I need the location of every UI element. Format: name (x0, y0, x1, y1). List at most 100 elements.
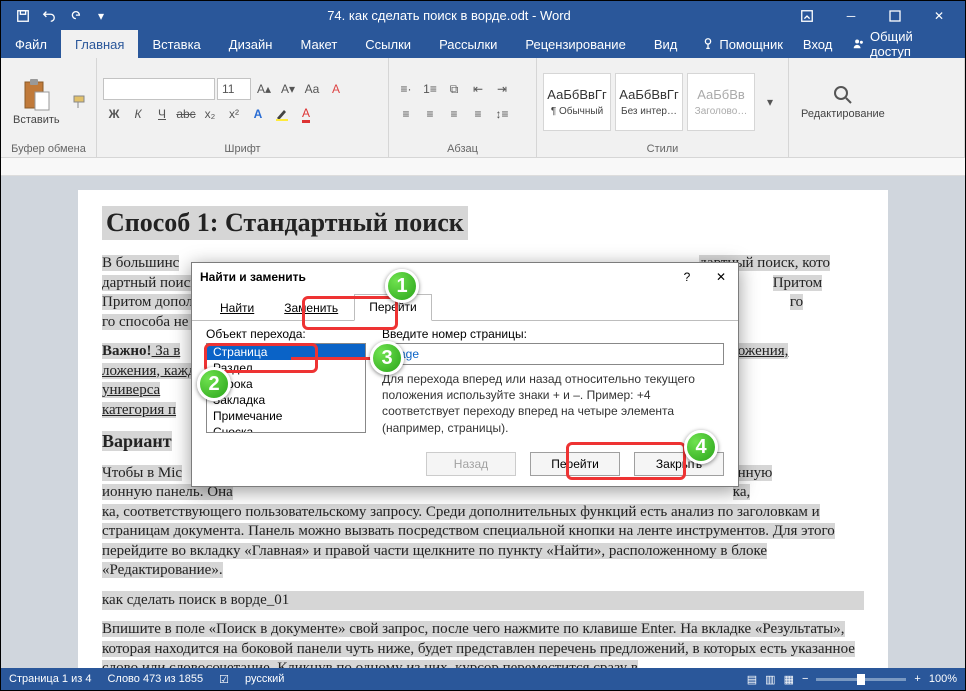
status-bar: Страница 1 из 4 Слово 473 из 1855 ☑ русс… (1, 668, 965, 690)
bullets-icon[interactable]: ≡· (395, 78, 417, 100)
group-font: Шрифт (103, 141, 382, 155)
font-size-selector[interactable]: 11 (217, 78, 251, 100)
ruler[interactable] (1, 158, 965, 176)
page-number-label: Введите номер страницы: (382, 327, 724, 341)
page-number-input[interactable]: \page (382, 343, 724, 365)
find-replace-dialog: Найти и заменить ? ✕ Найти Заменить Пере… (191, 262, 739, 487)
close-icon[interactable]: ✕ (712, 270, 730, 284)
qat-dropdown-icon[interactable]: ▾ (89, 4, 113, 28)
style-no-spacing[interactable]: АаБбВвГг Без интер… (615, 73, 683, 131)
styles-gallery[interactable]: АаБбВвГг ¶ Обычный АаБбВвГг Без интер… А… (543, 73, 755, 131)
justify-icon[interactable]: ≡ (467, 103, 489, 125)
paste-label: Вставить (13, 114, 60, 126)
style-heading1[interactable]: АаБбВв Заголово… (687, 73, 755, 131)
search-icon (832, 84, 854, 106)
increase-indent-icon[interactable]: ⇥ (491, 78, 513, 100)
callout-3: 3 (370, 341, 404, 375)
ribbon: Вставить Буфер обмена 11 A▴ A▾ Aa A Ж К (1, 58, 965, 158)
option-bookmark[interactable]: Закладка (207, 392, 365, 408)
status-page[interactable]: Страница 1 из 4 (9, 673, 91, 685)
paragraph: Впишите в поле «Поиск в документе» свой … (102, 620, 864, 670)
dialog-tabs: Найти Заменить Перейти (192, 291, 738, 321)
highlight-icon[interactable] (271, 103, 293, 125)
bold-icon[interactable]: Ж (103, 103, 125, 125)
tab-view[interactable]: Вид (640, 30, 692, 58)
group-clipboard: Буфер обмена (7, 141, 90, 155)
status-words[interactable]: Слово 473 из 1855 (107, 673, 203, 685)
tab-design[interactable]: Дизайн (215, 30, 287, 58)
option-section[interactable]: Раздел (207, 360, 365, 376)
view-web-icon[interactable]: ▦ (784, 673, 794, 686)
maximize-button[interactable] (873, 1, 917, 30)
status-proofing-icon[interactable]: ☑ (219, 673, 229, 686)
undo-icon[interactable] (37, 4, 61, 28)
line-spacing-icon[interactable]: ↕≡ (491, 103, 513, 125)
ribbon-options-icon[interactable] (785, 1, 829, 30)
tell-me[interactable]: Помощник (691, 37, 793, 52)
redo-icon[interactable] (63, 4, 87, 28)
tab-layout[interactable]: Макет (286, 30, 351, 58)
option-comment[interactable]: Примечание (207, 408, 365, 424)
clear-format-icon[interactable]: A (325, 78, 347, 100)
styles-more-icon[interactable]: ▾ (759, 91, 781, 113)
minimize-button[interactable]: ─ (829, 1, 873, 30)
heading-1: Способ 1: Стандартный поиск (102, 206, 468, 240)
close-button[interactable]: ✕ (917, 1, 961, 30)
share-button[interactable]: Общий доступ (842, 29, 965, 59)
font-name-selector[interactable] (103, 78, 215, 100)
paste-button[interactable]: Вставить (7, 76, 66, 128)
italic-icon[interactable]: К (127, 103, 149, 125)
quick-access-toolbar: ▾ (11, 4, 113, 28)
text-effects-icon[interactable]: A (247, 103, 269, 125)
strike-icon[interactable]: abc (175, 103, 197, 125)
tab-references[interactable]: Ссылки (351, 30, 425, 58)
sign-in[interactable]: Вход (793, 37, 842, 52)
zoom-slider[interactable] (816, 678, 906, 681)
group-paragraph: Абзац (395, 141, 530, 155)
option-footnote[interactable]: Сноска (207, 424, 365, 433)
multilevel-icon[interactable]: ⧉ (443, 78, 465, 100)
numbering-icon[interactable]: 1≡ (419, 78, 441, 100)
zoom-value[interactable]: 100% (929, 673, 957, 685)
titlebar: ▾ 74. как сделать поиск в ворде.odt - Wo… (1, 1, 965, 30)
view-read-icon[interactable]: ▤ (747, 673, 757, 686)
help-icon[interactable]: ? (678, 270, 696, 284)
change-case-icon[interactable]: Aa (301, 78, 323, 100)
align-left-icon[interactable]: ≡ (395, 103, 417, 125)
group-styles: Стили (543, 141, 782, 155)
goto-button[interactable]: Перейти (530, 452, 620, 476)
editing-button[interactable]: Редактирование (795, 82, 891, 122)
font-color-icon[interactable]: A (295, 103, 317, 125)
tab-find-inner[interactable]: Найти (206, 296, 268, 321)
grow-font-icon[interactable]: A▴ (253, 78, 275, 100)
annotation-line-3 (291, 357, 373, 360)
ribbon-tabs: Файл Главная Вставка Дизайн Макет Ссылки… (1, 30, 965, 58)
underline-icon[interactable]: Ч (151, 103, 173, 125)
tab-home[interactable]: Главная (61, 30, 138, 58)
window-title: 74. как сделать поиск в ворде.odt - Word (113, 8, 785, 23)
align-right-icon[interactable]: ≡ (443, 103, 465, 125)
status-language[interactable]: русский (245, 673, 284, 685)
decrease-indent-icon[interactable]: ⇤ (467, 78, 489, 100)
clipboard-icon (22, 78, 50, 112)
save-icon[interactable] (11, 4, 35, 28)
format-painter-icon[interactable] (70, 91, 90, 113)
callout-1: 1 (385, 269, 419, 303)
dialog-title: Найти и заменить (200, 270, 678, 284)
back-button: Назад (426, 452, 516, 476)
style-normal[interactable]: АаБбВвГг ¶ Обычный (543, 73, 611, 131)
superscript-icon[interactable]: x² (223, 103, 245, 125)
tab-review[interactable]: Рецензирование (511, 30, 639, 58)
callout-2: 2 (197, 367, 231, 401)
editing-label: Редактирование (801, 108, 885, 120)
view-print-icon[interactable]: ▥ (765, 673, 775, 686)
tab-file[interactable]: Файл (1, 30, 61, 58)
align-center-icon[interactable]: ≡ (419, 103, 441, 125)
tab-insert[interactable]: Вставка (138, 30, 214, 58)
subscript-icon[interactable]: x₂ (199, 103, 221, 125)
zoom-in-icon[interactable]: + (914, 673, 920, 685)
zoom-out-icon[interactable]: − (802, 673, 808, 685)
tab-mailings[interactable]: Рассылки (425, 30, 511, 58)
shrink-font-icon[interactable]: A▾ (277, 78, 299, 100)
tab-replace-inner[interactable]: Заменить (270, 296, 352, 321)
